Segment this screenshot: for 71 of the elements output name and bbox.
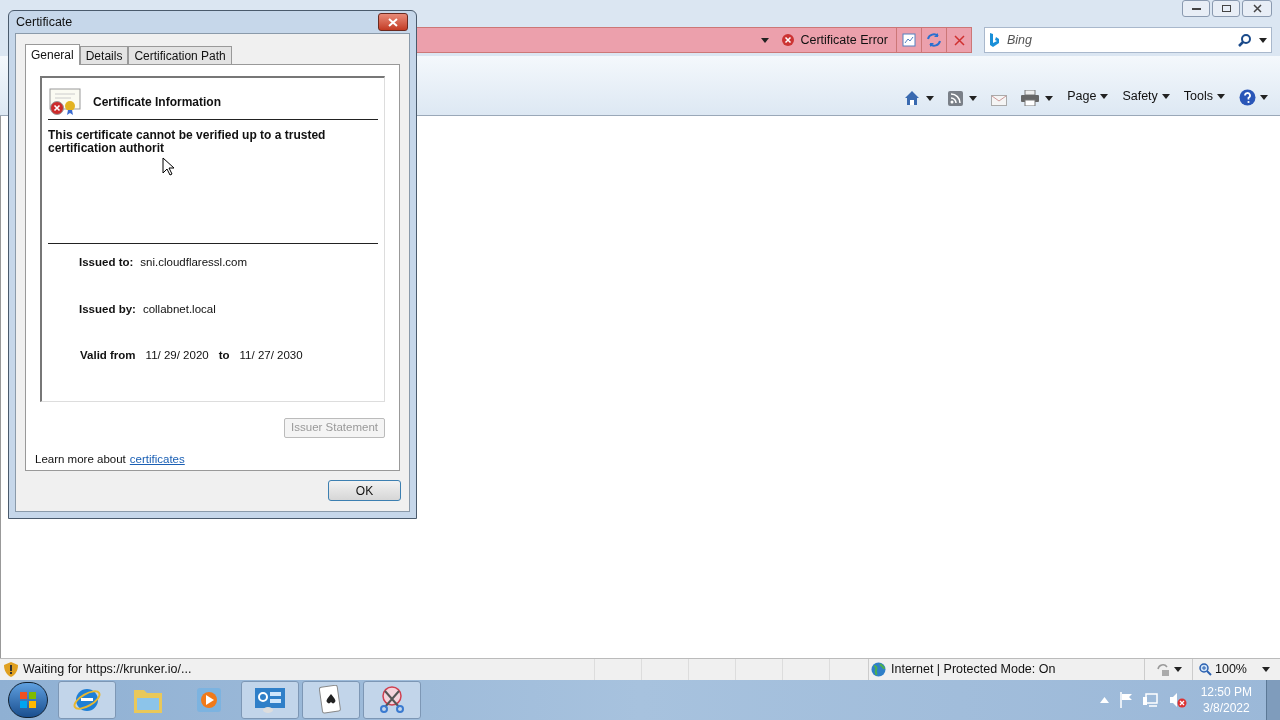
close-button[interactable] — [378, 13, 408, 31]
caret-icon — [1045, 95, 1054, 101]
field-value: 11/ 27/ 2030 — [239, 347, 303, 363]
minimize-button[interactable] — [1182, 0, 1210, 17]
dialog-tab[interactable]: General — [25, 44, 80, 65]
close-icon — [1252, 4, 1262, 13]
mail-icon[interactable] — [991, 95, 1008, 106]
globe-icon — [871, 662, 886, 677]
field-value: collabnet.local — [142, 301, 216, 317]
command-menu-button[interactable]: Safety — [1122, 87, 1170, 106]
caret-icon — [969, 96, 978, 101]
caret-icon — [761, 37, 770, 43]
certificates-link[interactable]: certificates — [129, 451, 185, 469]
printer-icon[interactable] — [1021, 90, 1040, 106]
dialog-tab[interactable]: Certification Path — [128, 46, 232, 64]
field-label: to — [218, 347, 230, 363]
caret-icon — [1100, 94, 1109, 100]
taskbar-button[interactable] — [302, 681, 360, 719]
taskbar-button[interactable] — [363, 681, 421, 719]
caret-icon — [1217, 94, 1225, 100]
taskbar-button[interactable] — [241, 681, 299, 719]
field-label: Issued by: — [79, 301, 136, 317]
close-icon — [388, 17, 398, 27]
field-value: 11/ 29/ 2020 — [145, 347, 209, 363]
show-hidden-icon[interactable] — [1099, 697, 1109, 703]
address-bar[interactable]: Certificate Error — [416, 27, 972, 53]
ok-button[interactable]: OK — [328, 480, 401, 501]
field-label: Valid from — [80, 347, 136, 363]
help-icon[interactable] — [1239, 89, 1256, 106]
field-label: Issued to: — [79, 255, 134, 271]
playing-card-icon — [319, 685, 343, 715]
muted-speaker-icon[interactable] — [1168, 692, 1187, 708]
caret-icon — [1260, 95, 1268, 100]
learn-more-text: Learn more about — [35, 452, 126, 467]
warning-shield-icon — [4, 662, 18, 677]
status-message: Waiting for https://krunker.io/... — [23, 661, 192, 679]
zone-label[interactable]: Internet | Protected Mode: On — [891, 660, 1056, 679]
caret-icon — [926, 95, 935, 101]
home-icon[interactable] — [904, 90, 921, 106]
mouse-pointer-icon — [162, 157, 174, 176]
certificate-heading: Certificate Information — [93, 94, 221, 111]
certificate-error-label[interactable]: Certificate Error — [800, 30, 888, 50]
windows-logo-icon — [19, 691, 37, 709]
refresh-icon[interactable] — [926, 33, 942, 47]
search-field[interactable]: Bing — [984, 27, 1272, 53]
feed-icon[interactable] — [948, 91, 964, 106]
command-menu-button[interactable]: Tools — [1183, 87, 1225, 106]
zoom-level[interactable]: 100% — [1215, 660, 1247, 679]
dialog-tab[interactable]: Details — [79, 46, 129, 64]
bing-icon — [989, 33, 999, 47]
field-value: sni.cloudflaressl.com — [140, 255, 248, 271]
command-menu-button[interactable]: Page — [1067, 87, 1109, 106]
network-icon[interactable] — [1142, 692, 1159, 708]
play-icon — [196, 687, 222, 713]
scissors-icon — [377, 685, 407, 715]
certificate-message: This certificate cannot be verified up to a trusted certification authorit — [48, 129, 327, 155]
dialog-title: Certificate — [15, 13, 73, 31]
stop-icon[interactable] — [953, 34, 965, 46]
close-button[interactable] — [1242, 0, 1272, 17]
certificate-error-icon — [49, 88, 81, 116]
start-button[interactable] — [8, 682, 48, 718]
caret-icon — [1173, 667, 1182, 672]
search-input[interactable]: Bing — [1007, 30, 1230, 50]
caret-icon — [1259, 37, 1267, 43]
control-panel-icon — [254, 686, 286, 714]
caret-icon — [1161, 94, 1170, 100]
zoom-icon[interactable] — [1199, 663, 1212, 676]
flag-icon[interactable] — [1118, 692, 1133, 708]
search-icon[interactable] — [1238, 33, 1251, 47]
caret-icon — [1262, 667, 1270, 672]
restore-button[interactable] — [1212, 0, 1240, 17]
